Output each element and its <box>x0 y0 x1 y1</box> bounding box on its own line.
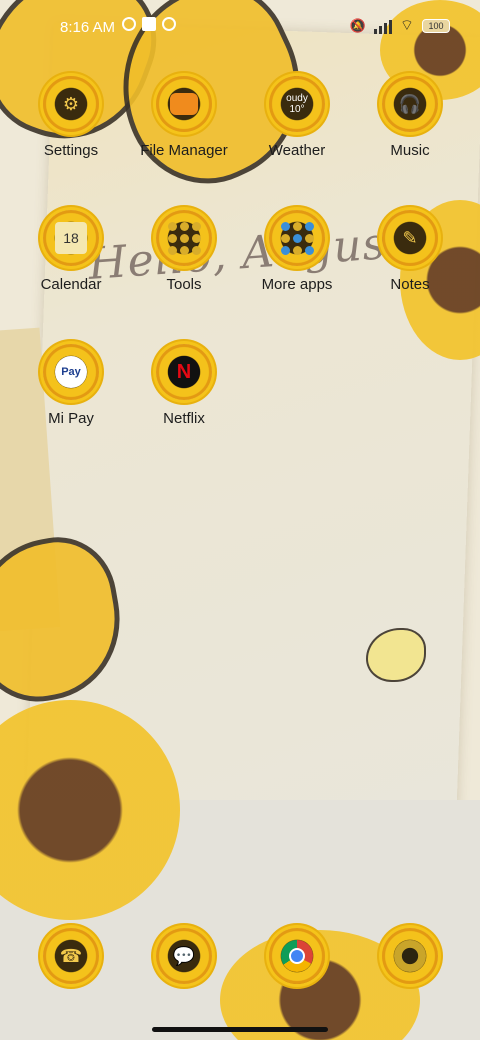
phone-badge: ☎ <box>43 928 99 984</box>
notification-icon <box>122 17 136 31</box>
settings-badge: ⚙ <box>43 76 99 132</box>
status-time: 8:16 AM <box>60 19 116 36</box>
netflix-letter: N <box>176 360 192 383</box>
dock-messages[interactable]: 💬 <box>128 928 240 984</box>
app-label: Tools <box>166 276 202 293</box>
mi-pay-badge: Pay <box>43 344 99 400</box>
app-label: Mi Pay <box>48 410 94 427</box>
mute-icon: 🔕 <box>349 17 366 33</box>
messages-badge: 💬 <box>156 928 212 984</box>
messages-icon: 💬 <box>172 945 196 966</box>
app-settings[interactable]: ⚙ Settings <box>15 76 127 159</box>
app-label: Notes <box>390 276 430 293</box>
music-badge: 🎧 <box>382 76 438 132</box>
app-notes[interactable]: ✎ Notes <box>354 210 466 293</box>
weather-widget-text: oudy 10° <box>286 93 308 115</box>
app-netflix[interactable]: N Netflix <box>128 344 240 427</box>
more-apps-badge <box>269 210 325 266</box>
netflix-badge: N <box>156 344 212 400</box>
camera-icon <box>394 940 426 972</box>
app-file-manager[interactable]: File Manager <box>128 76 240 159</box>
app-mi-pay[interactable]: Pay Mi Pay <box>15 344 127 427</box>
notes-badge: ✎ <box>382 210 438 266</box>
status-indicators: 🔕 ⌔ 100 <box>350 16 450 35</box>
battery-icon: 100 <box>422 18 450 33</box>
mi-pay-icon: Pay <box>55 356 87 388</box>
app-label: Calendar <box>40 276 102 293</box>
dock-phone[interactable]: ☎ <box>15 928 127 984</box>
cloud-icon: oudy 10° <box>281 88 313 120</box>
headphones-icon: 🎧 <box>398 93 422 114</box>
app-label: Weather <box>268 142 326 159</box>
app-calendar[interactable]: 18 Calendar <box>15 210 127 293</box>
wifi-icon: ⌔ <box>399 17 414 34</box>
app-label: More apps <box>261 276 333 293</box>
mi-pay-text: Pay <box>61 366 81 378</box>
file-manager-badge <box>156 76 212 132</box>
app-label: Netflix <box>163 410 205 427</box>
gear-icon: ⚙ <box>62 93 80 114</box>
chrome-icon <box>281 940 313 972</box>
chrome-badge <box>269 928 325 984</box>
app-music[interactable]: 🎧 Music <box>354 76 466 159</box>
dock-camera[interactable] <box>354 928 466 984</box>
folder-grid-icon <box>280 221 314 255</box>
folder-more-apps[interactable]: More apps <box>241 210 353 293</box>
calendar-badge: 18 <box>43 210 99 266</box>
pencil-icon: ✎ <box>402 227 418 248</box>
gesture-nav-bar[interactable] <box>152 1027 328 1032</box>
status-bar: 8:16 AM 🔕 ⌔ 100 <box>0 0 480 56</box>
notification-icon <box>162 17 176 31</box>
folder-tools[interactable]: Tools <box>128 210 240 293</box>
app-weather[interactable]: oudy 10° Weather <box>241 76 353 159</box>
notification-icons <box>122 17 176 31</box>
dock-chrome[interactable] <box>241 928 353 984</box>
calendar-icon: 18 <box>55 222 87 254</box>
camera-badge <box>382 928 438 984</box>
signal-icon <box>373 18 392 34</box>
tools-badge <box>156 210 212 266</box>
message-notification-icon <box>142 17 156 31</box>
app-label: Music <box>390 142 430 159</box>
app-label: File Manager <box>140 142 228 159</box>
app-label: Settings <box>43 142 99 159</box>
netflix-icon: N <box>168 356 200 388</box>
phone-icon: ☎ <box>59 945 83 966</box>
folder-grid-icon <box>167 221 201 255</box>
folder-icon <box>170 93 198 115</box>
calendar-date: 18 <box>63 230 79 246</box>
weather-badge: oudy 10° <box>269 76 325 132</box>
